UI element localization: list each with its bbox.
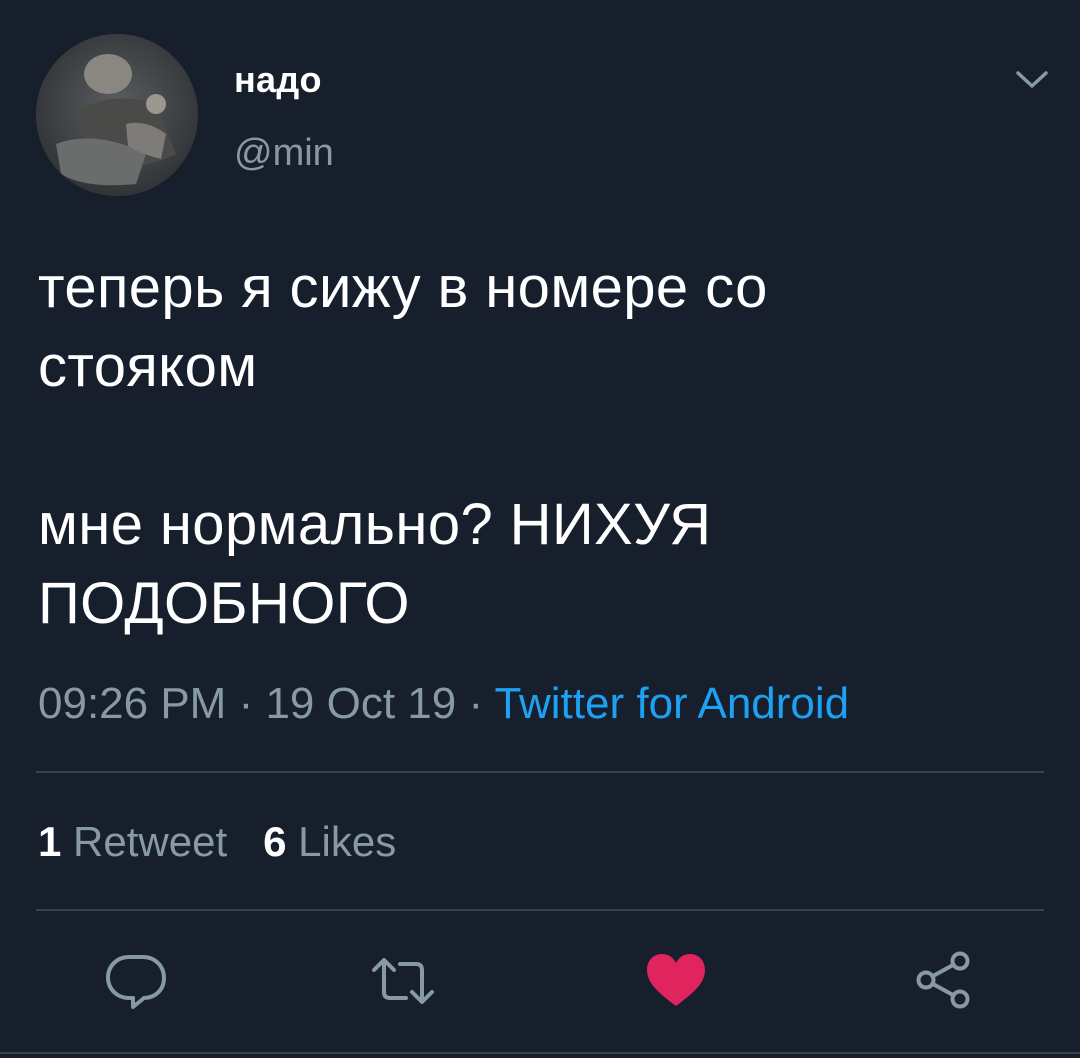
tweet-stats: 1 Retweet 6 Likes <box>38 814 396 870</box>
like-label: Likes <box>298 818 397 865</box>
reply-icon <box>106 955 166 1009</box>
like-button[interactable] <box>643 948 709 1014</box>
like-count-stat[interactable]: 6 Likes <box>263 818 396 865</box>
tweet-detail: надо @min теперь я сижу в номере со стоя… <box>0 0 1080 1058</box>
tweet-date: 19 Oct 19 <box>265 679 457 728</box>
tweet-source-link[interactable]: Twitter for Android <box>495 679 850 728</box>
author-handle[interactable]: @min <box>234 130 334 176</box>
tweet-meta: 09:26 PM · 19 Oct 19 · Twitter for Andro… <box>38 676 849 732</box>
chevron-down-icon[interactable] <box>1010 58 1054 102</box>
divider <box>36 909 1044 911</box>
retweet-button[interactable] <box>370 948 436 1014</box>
retweet-count-stat[interactable]: 1 Retweet <box>38 818 227 865</box>
tweet-text: теперь я сижу в номере со стояком мне но… <box>38 255 768 636</box>
share-button[interactable] <box>912 948 978 1014</box>
avatar[interactable] <box>36 34 198 196</box>
reply-button[interactable] <box>103 948 169 1014</box>
retweet-count: 1 <box>38 818 62 865</box>
retweet-label: Retweet <box>73 818 228 865</box>
author-display-name[interactable]: надо <box>234 58 322 102</box>
like-count: 6 <box>263 818 287 865</box>
meta-separator: · <box>226 679 266 728</box>
tweet-time: 09:26 PM <box>38 679 227 728</box>
divider <box>36 771 1044 773</box>
share-icon <box>916 951 970 1009</box>
divider <box>0 1052 1080 1054</box>
avatar-photo <box>36 34 198 196</box>
heart-icon <box>647 954 705 1006</box>
meta-separator: · <box>456 679 495 728</box>
retweet-icon <box>372 958 434 1004</box>
